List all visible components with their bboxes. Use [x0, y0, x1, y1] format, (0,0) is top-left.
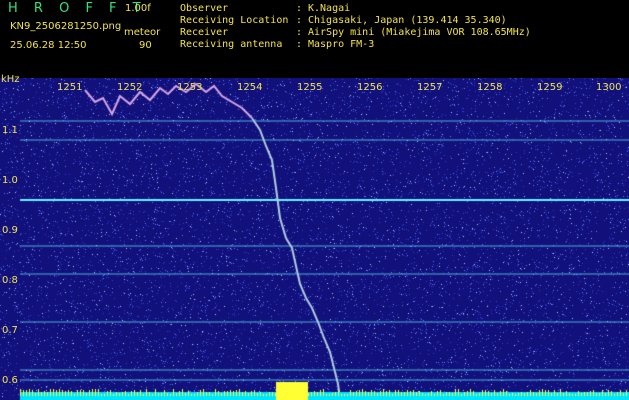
location-value: Chigasaki, Japan (139.414 35.340) [308, 15, 507, 26]
mode-label: meteor [124, 27, 161, 38]
location-sep: : [296, 15, 303, 26]
observer-sep: : [296, 3, 303, 14]
timestamp-label: 25.06.28 12:50 [10, 40, 87, 51]
receiver-label: Receiver [180, 27, 229, 38]
antenna-value: Maspro FM-3 [308, 39, 375, 50]
filename-label: KN9_2506281250.png [10, 21, 122, 32]
antenna-sep: : [296, 39, 303, 50]
location-label: Receiving Location [180, 15, 289, 26]
observer-label: Observer [180, 3, 229, 14]
count-value: 90 [139, 40, 152, 51]
spectrogram-canvas[interactable] [0, 78, 629, 400]
receiver-sep: : [296, 27, 303, 38]
receiver-value: AirSpy mini (Miakejima VOR 108.65MHz) [308, 27, 531, 38]
observer-value: K.Nagai [308, 3, 351, 14]
version-label: 1.00f [125, 3, 151, 14]
antenna-label: Receiving antenna [180, 39, 283, 50]
